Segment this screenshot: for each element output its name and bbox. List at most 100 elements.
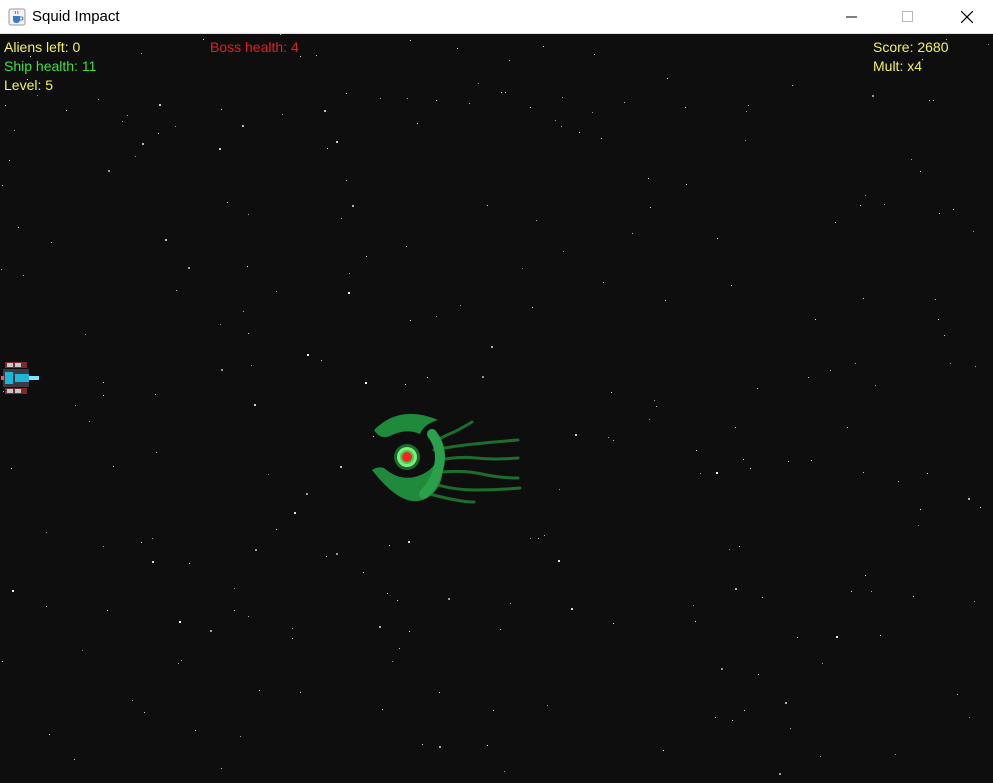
star — [23, 275, 24, 276]
maximize-button[interactable] — [884, 0, 930, 33]
star — [920, 171, 921, 172]
star — [732, 720, 733, 721]
star — [259, 690, 260, 691]
star — [221, 369, 223, 371]
star — [988, 44, 989, 45]
star — [532, 307, 533, 308]
star — [409, 631, 410, 632]
star — [656, 406, 657, 407]
star — [247, 266, 248, 267]
star — [436, 100, 437, 101]
star — [294, 512, 296, 514]
star — [918, 525, 919, 526]
star — [543, 46, 544, 47]
star — [220, 324, 221, 325]
star — [127, 115, 128, 116]
star — [103, 395, 104, 396]
star — [974, 601, 975, 602]
star — [326, 556, 327, 557]
star — [316, 55, 317, 56]
minimize-button[interactable] — [828, 0, 874, 33]
star — [189, 563, 190, 564]
star — [210, 630, 212, 632]
star — [815, 319, 816, 320]
star — [2, 185, 3, 186]
star — [929, 100, 930, 101]
star — [159, 104, 161, 106]
star — [509, 60, 510, 61]
star — [248, 333, 249, 334]
star — [601, 138, 602, 139]
star — [221, 109, 222, 110]
star — [785, 702, 787, 704]
star — [745, 140, 746, 141]
star — [399, 648, 400, 649]
star — [935, 299, 936, 300]
star — [422, 744, 423, 745]
star — [779, 773, 781, 775]
aliens-left-label: Aliens left: 0 — [4, 39, 81, 55]
star — [973, 231, 974, 232]
star — [382, 709, 383, 710]
star — [37, 95, 38, 96]
score-label: Score: 2680 — [873, 39, 949, 55]
star — [122, 121, 123, 122]
star — [969, 717, 970, 718]
star — [716, 472, 718, 474]
star — [811, 460, 812, 461]
star — [830, 370, 831, 371]
close-button[interactable] — [943, 0, 989, 33]
star — [300, 56, 301, 57]
squid-boss-sprite — [372, 413, 522, 504]
star — [865, 195, 866, 196]
star — [379, 626, 381, 628]
star — [665, 300, 666, 301]
star — [410, 320, 411, 321]
star — [178, 663, 179, 664]
star — [341, 218, 342, 219]
star — [276, 529, 277, 530]
star — [863, 472, 864, 473]
star — [487, 745, 488, 746]
star — [1, 269, 2, 270]
game-canvas[interactable]: Aliens left: 0 Ship health: 11 Level: 5 … — [0, 34, 993, 783]
star — [613, 623, 614, 624]
minimize-icon — [846, 16, 857, 18]
star — [66, 110, 67, 111]
star — [103, 382, 104, 383]
title-bar[interactable]: Squid Impact — [0, 0, 993, 34]
level-label: Level: 5 — [4, 77, 54, 93]
star — [968, 498, 970, 500]
star — [389, 545, 390, 546]
star — [721, 668, 723, 670]
star — [175, 126, 176, 127]
star — [9, 160, 10, 161]
star — [203, 39, 204, 40]
star — [179, 621, 181, 623]
star — [608, 437, 609, 438]
star — [696, 450, 697, 451]
star — [234, 588, 235, 589]
star — [685, 107, 686, 108]
star — [822, 663, 823, 664]
star — [5, 105, 6, 106]
star — [460, 305, 461, 306]
star — [650, 207, 651, 208]
star — [530, 538, 531, 539]
star — [717, 238, 718, 239]
star — [693, 605, 694, 606]
star — [562, 97, 563, 98]
star — [667, 78, 668, 79]
star — [865, 575, 866, 576]
star — [469, 103, 470, 104]
star — [788, 461, 789, 462]
star — [439, 692, 440, 693]
star — [575, 434, 577, 436]
star — [731, 285, 732, 286]
star — [221, 768, 222, 769]
star — [408, 541, 410, 543]
star — [624, 102, 625, 103]
star — [510, 603, 511, 604]
star — [739, 546, 740, 547]
star — [46, 606, 47, 607]
